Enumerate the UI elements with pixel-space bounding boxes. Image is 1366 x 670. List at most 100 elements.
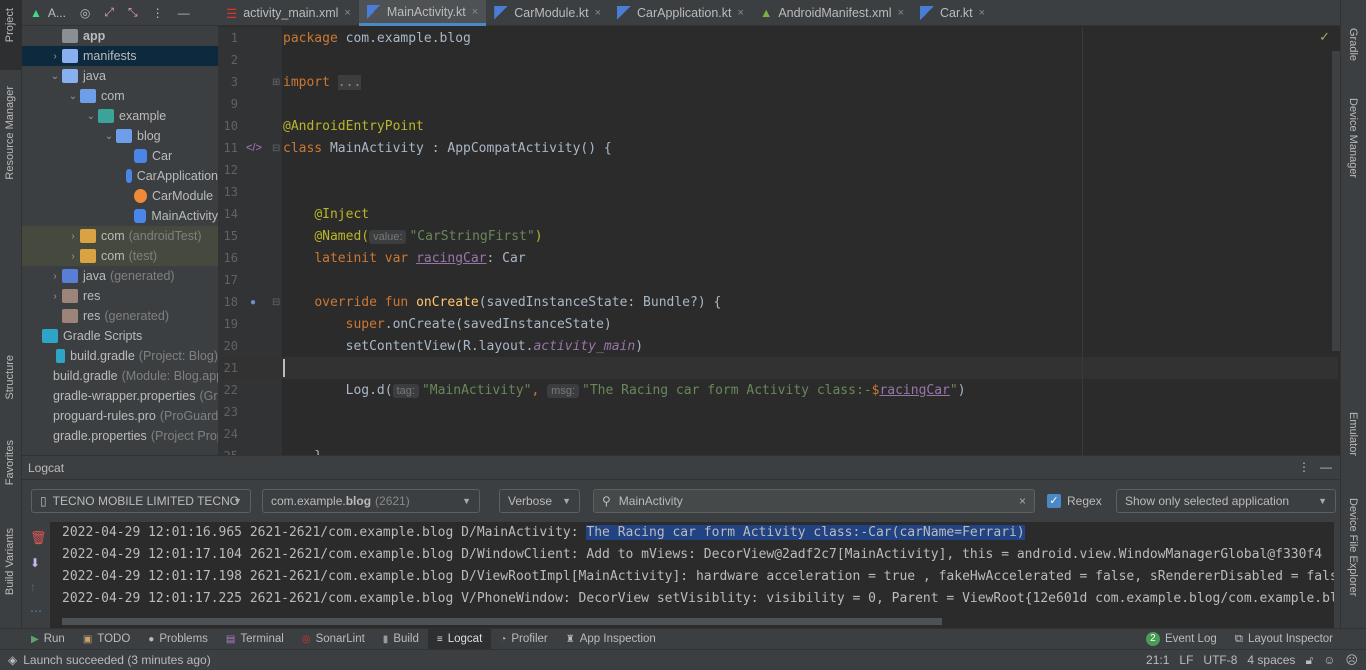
chevron-icon[interactable]: ⌄: [102, 131, 116, 142]
override-marker-icon[interactable]: ●: [250, 297, 256, 308]
tool-tab-profiler[interactable]: ◔ Profiler: [491, 629, 556, 650]
structure-tool-button[interactable]: Structure: [4, 355, 16, 400]
tree-item[interactable]: build.gradle (Project: Blog): [22, 346, 218, 366]
up-icon[interactable]: ↑: [30, 580, 36, 594]
chevron-icon[interactable]: ⌄: [66, 91, 80, 102]
code-editor[interactable]: 1 package com.example.blog 2 3 ⊞ import ... 9 1…: [218, 27, 1340, 455]
tab-carmodule-kt[interactable]: CarModule.kt ×: [486, 0, 609, 26]
tree-item[interactable]: › com (test): [22, 246, 218, 266]
hide-icon[interactable]: —: [178, 6, 190, 20]
layout-inspector-tab[interactable]: ⧉ Layout Inspector: [1226, 629, 1342, 650]
file-encoding[interactable]: UTF-8: [1203, 653, 1237, 667]
project-tool-button[interactable]: Project: [4, 8, 16, 42]
tree-item[interactable]: proguard-rules.pro(ProGuard Rules): [22, 406, 218, 426]
log-line[interactable]: 2022-04-29 12:01:16.965 2621-2621/com.ex…: [50, 522, 1334, 544]
device-manager-tool-button[interactable]: Device Manager: [1347, 98, 1359, 178]
fold-icon[interactable]: ⊟: [272, 143, 280, 154]
tree-item[interactable]: gradle-wrapper.properties(Gradle Version…: [22, 386, 218, 406]
log-line[interactable]: 2022-04-29 12:01:17.198 2621-2621/com.ex…: [50, 566, 1334, 588]
event-log-tab[interactable]: 2 Event Log: [1137, 629, 1226, 650]
tool-tab-sonarlint[interactable]: ◎ SonarLint: [293, 629, 374, 650]
line-separator[interactable]: LF: [1179, 653, 1193, 667]
tree-item[interactable]: app: [22, 26, 218, 46]
collapse-all-icon[interactable]: ⤡: [128, 5, 138, 20]
chevron-icon[interactable]: ›: [66, 231, 80, 242]
search-input[interactable]: ⚲ MainActivity ×: [593, 489, 1035, 513]
tree-item[interactable]: ⌄ example: [22, 106, 218, 126]
tool-tab-run[interactable]: ▶ Run: [22, 629, 74, 650]
expand-all-icon[interactable]: ⤢: [104, 5, 114, 20]
tree-item[interactable]: ⌄ blog: [22, 126, 218, 146]
tree-item[interactable]: res (generated): [22, 306, 218, 326]
filter-selector[interactable]: Show only selected application ▼: [1116, 489, 1336, 513]
chevron-icon[interactable]: ›: [48, 291, 62, 302]
tab-activity_main-xml[interactable]: ☰ activity_main.xml ×: [218, 0, 359, 26]
tree-item[interactable]: › com (androidTest): [22, 226, 218, 246]
close-icon[interactable]: ×: [898, 7, 904, 19]
indent-setting[interactable]: 4 spaces: [1247, 653, 1295, 667]
sad-feedback-icon[interactable]: ☹: [1345, 653, 1358, 667]
tree-item[interactable]: › manifests: [22, 46, 218, 66]
happy-feedback-icon[interactable]: ☺: [1323, 653, 1335, 667]
tree-item[interactable]: CarModule: [22, 186, 218, 206]
tool-tab-terminal[interactable]: ▤ Terminal: [217, 629, 293, 650]
more-icon[interactable]: ⋯: [30, 604, 42, 618]
tool-tab-problems[interactable]: ● Problems: [139, 629, 217, 650]
chevron-icon[interactable]: ›: [66, 251, 80, 262]
device-file-explorer-tool-button[interactable]: Device File Explorer: [1347, 498, 1359, 596]
tool-tab-todo[interactable]: ▣ TODO: [74, 629, 139, 650]
log-output[interactable]: 2022-04-29 12:01:16.965 2621-2621/com.ex…: [50, 522, 1334, 628]
tool-tab-logcat[interactable]: ≡ Logcat: [427, 628, 492, 650]
related-layout-icon[interactable]: </>: [246, 142, 262, 154]
regex-checkbox[interactable]: ✓ Regex: [1047, 494, 1102, 508]
lock-icon[interactable]: 🔓︎: [1305, 653, 1313, 668]
resource-manager-tool-button[interactable]: Resource Manager: [4, 86, 16, 180]
process-selector[interactable]: com.example. blog (2621) ▼: [262, 489, 480, 513]
tool-tab-app-inspection[interactable]: ♜ App Inspection: [557, 629, 665, 650]
close-icon[interactable]: ×: [595, 7, 601, 19]
device-selector[interactable]: ▯ TECNO MOBILE LIMITED TECNO ▼: [31, 489, 251, 513]
emulator-tool-button[interactable]: Emulator: [1347, 412, 1359, 456]
build-variants-tool-button[interactable]: Build Variants: [4, 528, 16, 595]
caret-position[interactable]: 21:1: [1146, 653, 1169, 667]
close-icon[interactable]: ×: [738, 7, 744, 19]
scroll-to-end-icon[interactable]: ⬇: [30, 556, 40, 570]
options-icon[interactable]: ⋮: [152, 6, 164, 20]
options-icon[interactable]: ⋮: [1298, 460, 1310, 474]
chevron-icon[interactable]: ⌄: [84, 111, 98, 122]
tree-item[interactable]: Car: [22, 146, 218, 166]
tab-androidmanifest-xml[interactable]: ▲ AndroidManifest.xml ×: [752, 0, 912, 26]
tree-item[interactable]: › java (generated): [22, 266, 218, 286]
fold-icon[interactable]: ⊟: [272, 297, 280, 308]
tree-item[interactable]: › res: [22, 286, 218, 306]
chevron-icon[interactable]: ›: [48, 51, 62, 62]
log-line[interactable]: 2022-04-29 12:01:17.104 2621-2621/com.ex…: [50, 544, 1334, 566]
chevron-icon[interactable]: ⌄: [48, 71, 62, 82]
close-icon[interactable]: ×: [979, 7, 985, 19]
editor-scrollbar[interactable]: [1332, 51, 1340, 351]
tree-item[interactable]: ⌄ java: [22, 66, 218, 86]
tool-tab-build[interactable]: ▮ Build: [374, 629, 428, 650]
favorites-tool-button[interactable]: Favorites: [4, 440, 16, 485]
tree-item[interactable]: build.gradle (Module: Blog.app): [22, 366, 218, 386]
clear-logcat-icon[interactable]: 🗑: [30, 530, 47, 546]
status-message[interactable]: Launch succeeded (3 minutes ago): [23, 653, 210, 667]
tree-item[interactable]: gradle.properties(Project Properties): [22, 426, 218, 446]
tab-carapplication-kt[interactable]: CarApplication.kt ×: [609, 0, 752, 26]
tree-item[interactable]: ⌄ com: [22, 86, 218, 106]
clear-search-icon[interactable]: ×: [1019, 494, 1026, 508]
tab-mainactivity-kt[interactable]: MainActivity.kt ×: [358, 0, 487, 26]
hide-icon[interactable]: —: [1320, 460, 1332, 474]
gradle-tool-button[interactable]: Gradle: [1347, 28, 1359, 61]
log-line[interactable]: 2022-04-29 12:01:17.225 2621-2621/com.ex…: [50, 588, 1334, 610]
close-icon[interactable]: ×: [472, 6, 478, 18]
log-horizontal-scrollbar[interactable]: [62, 618, 942, 625]
tree-item[interactable]: CarApplication: [22, 166, 218, 186]
chevron-icon[interactable]: ›: [48, 271, 62, 282]
locate-icon[interactable]: ◎: [80, 6, 90, 20]
fold-icon[interactable]: ⊞: [272, 77, 280, 88]
log-level-selector[interactable]: Verbose ▼: [499, 489, 580, 513]
tab-car-kt[interactable]: Car.kt ×: [912, 0, 993, 26]
project-view-selector[interactable]: A...: [48, 6, 66, 20]
tree-item[interactable]: MainActivity: [22, 206, 218, 226]
